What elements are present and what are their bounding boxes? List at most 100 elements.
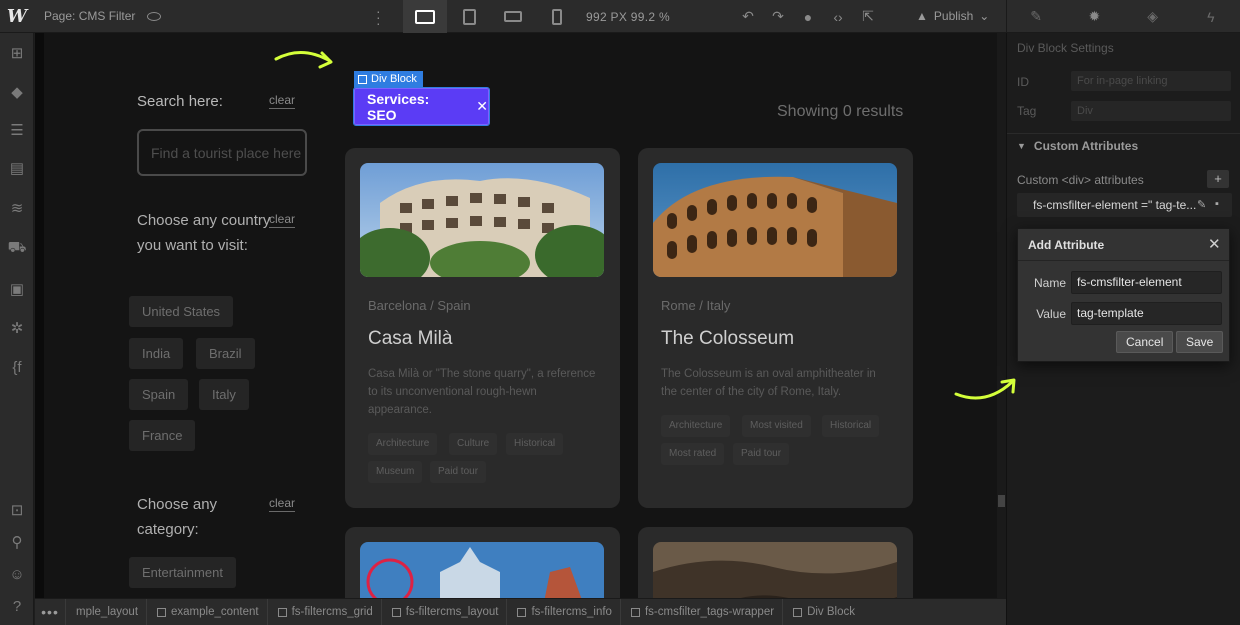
- desktop-breakpoint-button[interactable]: [403, 0, 447, 33]
- breadcrumb-label: mple_layout: [76, 606, 139, 618]
- country-chip[interactable]: United States: [129, 296, 234, 327]
- breadcrumb-item[interactable]: fs-filtercms_info: [506, 599, 620, 625]
- code-icon[interactable]: ‹›: [828, 9, 848, 25]
- country-chip[interactable]: France: [129, 420, 196, 451]
- add-attribute-button[interactable]: +: [1207, 170, 1229, 188]
- publish-button[interactable]: ▲ Publish ⌄: [916, 9, 989, 23]
- close-icon[interactable]: ✕: [1208, 235, 1221, 253]
- panel-header: Div Block Settings: [1017, 41, 1114, 55]
- panel-tabs: ✎ ✹ ◈ ϟ: [1006, 0, 1240, 33]
- viewport-size: 992 PX 99.2 %: [586, 10, 670, 24]
- design-canvas[interactable]: Search here: clear Find a tourist place …: [35, 33, 997, 598]
- place-card[interactable]: [345, 527, 620, 598]
- card-tag: Architecture: [368, 433, 438, 455]
- card-country: Italy: [706, 298, 731, 313]
- users-icon[interactable]: ☺: [0, 561, 34, 587]
- id-input[interactable]: For in-page linking: [1071, 71, 1231, 91]
- eye-icon[interactable]: [147, 11, 162, 21]
- clear-country-link[interactable]: clear: [269, 212, 296, 228]
- card-tag: Paid tour: [733, 443, 790, 465]
- canvas-scrollbar[interactable]: [997, 33, 1006, 598]
- place-card[interactable]: Rome / Italy The Colosseum The Colosseum…: [638, 148, 913, 508]
- colosseum-photo: [653, 163, 897, 277]
- style-brush-icon[interactable]: ✎: [1007, 0, 1065, 33]
- more-crumbs-icon[interactable]: •••: [35, 604, 65, 620]
- preview-icon[interactable]: ⊡: [0, 497, 34, 523]
- scroll-thumb[interactable]: [998, 495, 1005, 507]
- save-button[interactable]: Save: [1176, 331, 1224, 353]
- category-chip[interactable]: Entertainment: [129, 557, 236, 588]
- export-icon[interactable]: ⇱: [858, 8, 878, 25]
- add-icon[interactable]: ⊞: [0, 40, 34, 66]
- breadcrumb-item[interactable]: fs-cmsfilter_tags-wrapper: [619, 599, 782, 625]
- clear-category-link[interactable]: clear: [269, 496, 296, 512]
- breadcrumb-label: fs-filtercms_grid: [291, 606, 373, 618]
- place-card[interactable]: [638, 527, 913, 598]
- breadcrumb-item[interactable]: fs-filtercms_layout: [380, 599, 507, 625]
- search-icon[interactable]: ⚲: [0, 529, 34, 555]
- interactions-icon[interactable]: ◈: [1124, 0, 1182, 33]
- landscape-breakpoint-button[interactable]: [491, 0, 535, 33]
- country-chip[interactable]: Italy: [199, 379, 249, 410]
- value-label: Value: [1036, 307, 1066, 321]
- annotation-arrow-icon: [274, 51, 333, 69]
- pages-icon[interactable]: ▤: [0, 155, 34, 181]
- div-icon: [517, 607, 527, 617]
- card-description: Casa Milà or "The stone quarry", a refer…: [368, 368, 596, 416]
- breadcrumb-item[interactable]: example_content: [146, 599, 267, 625]
- ecommerce-icon[interactable]: ⛟: [0, 235, 34, 261]
- canvas-page: Search here: clear Find a tourist place …: [44, 33, 997, 598]
- help-icon[interactable]: ?: [0, 593, 34, 619]
- seo-tag-chip[interactable]: Services: SEO ✕: [353, 87, 490, 126]
- left-toolbar: ⊞ ◆ ☰ ▤ ≋ ⛟ ▣ ✲ {f ⊡ ⚲ ☺ ?: [0, 33, 34, 625]
- id-label: ID: [1017, 75, 1029, 89]
- page-selector[interactable]: Page: CMS Filter: [44, 9, 135, 23]
- attribute-name-input[interactable]: fs-cmsfilter-element: [1071, 271, 1222, 294]
- card-tag: Architecture: [661, 415, 731, 437]
- assets-icon[interactable]: ▣: [0, 276, 34, 302]
- breadcrumb: ••• mple_layout example_content fs-filte…: [35, 598, 1006, 625]
- div-icon: [157, 607, 167, 617]
- country-chip[interactable]: Spain: [129, 379, 189, 410]
- attribute-value-input[interactable]: tag-template: [1071, 302, 1222, 325]
- clear-search-link[interactable]: clear: [269, 93, 296, 109]
- card-image: [360, 542, 604, 598]
- components-icon[interactable]: ◆: [0, 79, 34, 105]
- breadcrumb-label: fs-filtercms_info: [531, 606, 612, 618]
- card-image: [360, 163, 604, 277]
- custom-attributes-section[interactable]: ▼ Custom Attributes: [1007, 133, 1240, 157]
- comment-icon[interactable]: ●: [798, 9, 818, 25]
- card-country: Spain: [437, 298, 471, 313]
- breadcrumb-item[interactable]: fs-filtercms_grid: [266, 599, 381, 625]
- more-options-icon[interactable]: · · ·: [376, 4, 381, 30]
- finsweet-icon[interactable]: {f: [0, 354, 34, 380]
- canyon-photo: [653, 542, 897, 598]
- webflow-logo[interactable]: W: [0, 0, 34, 33]
- navigator-icon[interactable]: ☰: [0, 117, 34, 143]
- redo-icon[interactable]: ↷: [768, 8, 788, 25]
- breadcrumb-label: Div Block: [807, 606, 855, 618]
- settings-gear-icon[interactable]: ✹: [1065, 0, 1123, 33]
- card-tag: Most rated: [661, 443, 725, 465]
- close-icon[interactable]: ✕: [476, 98, 488, 115]
- trash-icon[interactable]: ▪: [1215, 198, 1219, 210]
- cms-icon[interactable]: ≋: [0, 195, 34, 221]
- lightning-icon[interactable]: ϟ: [1182, 0, 1240, 33]
- tag-select[interactable]: Div: [1071, 101, 1231, 121]
- place-card[interactable]: Barcelona / Spain Casa Milà Casa Milà or…: [345, 148, 620, 508]
- search-input[interactable]: Find a tourist place here: [137, 129, 307, 176]
- cancel-button[interactable]: Cancel: [1116, 331, 1174, 353]
- section-title: Custom Attributes: [1033, 138, 1139, 153]
- name-label: Name: [1033, 276, 1066, 290]
- selected-element-label[interactable]: Div Block: [354, 71, 423, 88]
- tablet-breakpoint-button[interactable]: [447, 0, 491, 33]
- breadcrumb-item[interactable]: Div Block: [782, 599, 863, 625]
- breadcrumb-item[interactable]: mple_layout: [65, 599, 146, 625]
- top-bar: W Page: CMS Filter · · · 992 PX 99.2 % ↶ ↷…: [0, 0, 1240, 33]
- country-chip[interactable]: Brazil: [196, 338, 255, 369]
- pencil-icon[interactable]: ✎: [1197, 198, 1206, 211]
- country-chip[interactable]: India: [129, 338, 184, 369]
- portrait-breakpoint-button[interactable]: [535, 0, 579, 33]
- undo-icon[interactable]: ↶: [738, 8, 758, 25]
- settings-icon[interactable]: ✲: [0, 315, 34, 341]
